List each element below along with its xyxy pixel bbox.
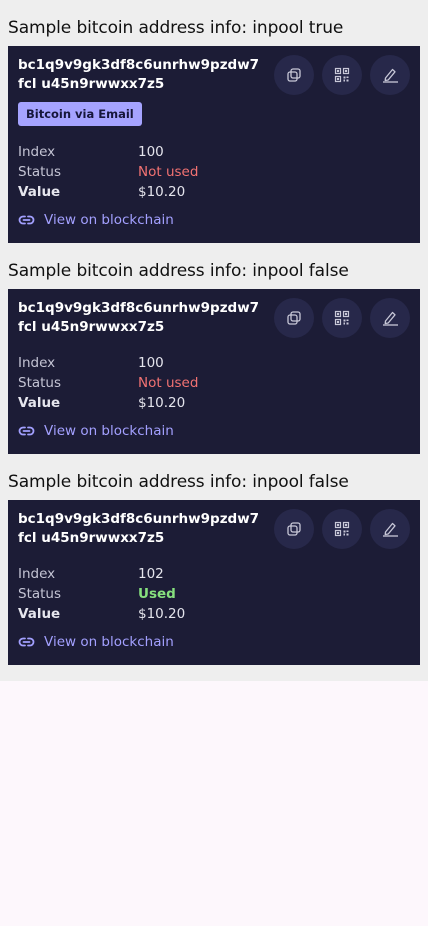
address-card: bc1q9v9gk3df8c6unrhw9pzdw7fcl u45n9rwwxx… [8, 46, 420, 243]
address-card: bc1q9v9gk3df8c6unrhw9pzdw7fcl u45n9rwwxx… [8, 289, 420, 454]
value-label: Value [18, 395, 61, 411]
copy-icon [287, 522, 301, 536]
status-label: Status [18, 586, 62, 602]
status-value: Not used [138, 375, 199, 391]
link-icon [18, 426, 35, 436]
edit-pencil-icon [382, 68, 398, 83]
qr-code-button[interactable] [322, 509, 362, 549]
edit-pencil-icon [382, 522, 398, 537]
view-on-blockchain-link[interactable]: View on blockchain [18, 421, 174, 441]
copy-icon [287, 68, 301, 82]
status-label: Status [18, 164, 62, 180]
edit-button[interactable] [370, 509, 410, 549]
qr-code-icon [334, 67, 350, 83]
link-icon [18, 215, 35, 225]
edit-pencil-icon [382, 311, 398, 326]
copy-icon [287, 311, 301, 325]
qr-code-button[interactable] [322, 298, 362, 338]
status-value: Used [138, 586, 176, 602]
index-label: Index [18, 566, 56, 582]
view-on-blockchain-link[interactable]: View on blockchain [18, 632, 174, 652]
index-label: Index [18, 144, 56, 160]
edit-button[interactable] [370, 298, 410, 338]
status-value: Not used [138, 164, 199, 180]
section-title: Sample bitcoin address info: inpool fals… [8, 472, 349, 492]
link-label: View on blockchain [44, 212, 174, 228]
qr-code-icon [334, 310, 350, 326]
link-icon [18, 637, 35, 647]
bitcoin-address: bc1q9v9gk3df8c6unrhw9pzdw7fcl u45n9rwwxx… [18, 511, 260, 546]
index-value: 100 [138, 144, 164, 160]
view-on-blockchain-link[interactable]: View on blockchain [18, 210, 174, 230]
value-label: Value [18, 184, 61, 200]
section-title: Sample bitcoin address info: inpool fals… [8, 261, 349, 281]
qr-code-button[interactable] [322, 55, 362, 95]
copy-button[interactable] [274, 55, 314, 95]
bitcoin-address: bc1q9v9gk3df8c6unrhw9pzdw7fcl u45n9rwwxx… [18, 57, 260, 92]
value-amount: $10.20 [138, 184, 186, 200]
address-card: bc1q9v9gk3df8c6unrhw9pzdw7fcl u45n9rwwxx… [8, 500, 420, 665]
link-label: View on blockchain [44, 634, 174, 650]
index-value: 102 [138, 566, 164, 582]
copy-button[interactable] [274, 298, 314, 338]
value-amount: $10.20 [138, 395, 186, 411]
status-label: Status [18, 375, 62, 391]
edit-button[interactable] [370, 55, 410, 95]
index-value: 100 [138, 355, 164, 371]
qr-code-icon [334, 521, 350, 537]
email-badge: Bitcoin via Email [18, 102, 142, 126]
value-label: Value [18, 606, 61, 622]
copy-button[interactable] [274, 509, 314, 549]
bitcoin-address: bc1q9v9gk3df8c6unrhw9pzdw7fcl u45n9rwwxx… [18, 300, 260, 335]
section-title: Sample bitcoin address info: inpool true [8, 18, 344, 38]
demo-panel: Sample bitcoin address info: inpool true… [0, 0, 428, 681]
index-label: Index [18, 355, 56, 371]
value-amount: $10.20 [138, 606, 186, 622]
link-label: View on blockchain [44, 423, 174, 439]
